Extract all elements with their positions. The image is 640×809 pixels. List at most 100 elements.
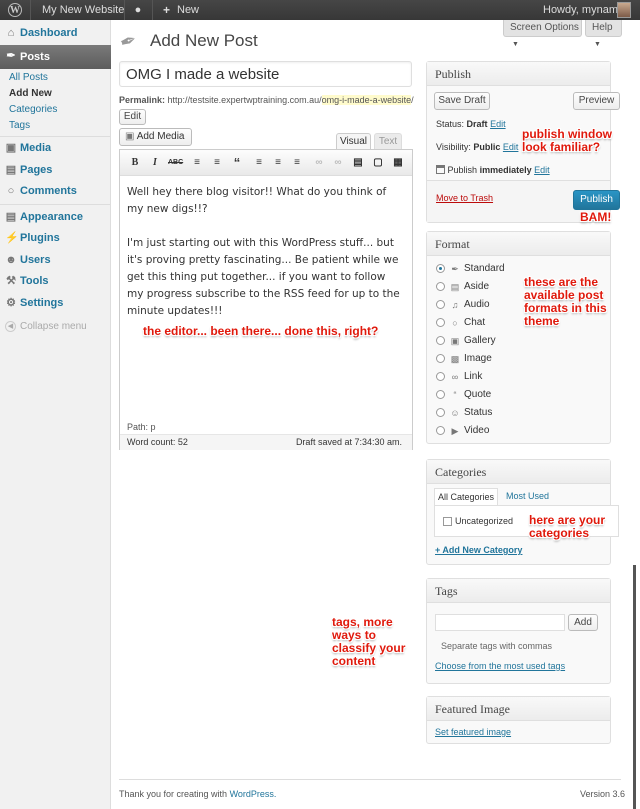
tab-text[interactable]: Text — [374, 133, 402, 149]
help-button[interactable]: Help ▼ — [585, 20, 622, 48]
choose-most-used-tags-link[interactable]: Choose from the most used tags — [435, 661, 565, 671]
format-radio[interactable] — [436, 264, 445, 273]
format-box-title[interactable]: Format — [427, 232, 610, 256]
bold-icon[interactable]: B — [128, 156, 142, 170]
status-edit-link[interactable]: Edit — [490, 119, 506, 129]
format-option-standard[interactable]: ✒ Standard — [430, 263, 530, 277]
howdy-user[interactable]: Howdy, myname — [543, 0, 624, 20]
format-radio[interactable] — [436, 354, 445, 363]
link-icon[interactable]: ∞ — [312, 156, 326, 170]
categories-box: Categories All Categories Most Used Unca… — [426, 459, 619, 565]
avatar[interactable] — [617, 2, 631, 18]
permalink-slug[interactable]: omg-i-made-a-website — [321, 95, 412, 105]
visibility-edit-link[interactable]: Edit — [503, 142, 519, 152]
tags-box: Tags Add Separate tags with commas Choos… — [426, 578, 611, 684]
permalink-base: http://testsite.expertwptraining.com.au/ — [167, 95, 322, 105]
menu-label: Comments — [20, 185, 77, 197]
publish-button[interactable]: Publish — [573, 190, 620, 210]
format-option-status[interactable]: ☺ Status — [430, 407, 530, 421]
wordpress-logo-icon[interactable]: W — [8, 3, 22, 17]
site-name-link[interactable]: My New Website — [42, 0, 124, 20]
blockquote-icon[interactable]: “ — [230, 156, 244, 170]
format-option-quote[interactable]: “ Quote — [430, 389, 530, 403]
format-radio[interactable] — [436, 390, 445, 399]
comments-icon[interactable]: ● — [131, 0, 145, 20]
status-row: Status: Draft Edit — [436, 119, 506, 129]
tag-input[interactable] — [435, 614, 565, 631]
category-checkbox[interactable] — [443, 517, 452, 526]
plus-icon[interactable]: + — [163, 0, 170, 20]
new-content-link[interactable]: New — [177, 0, 199, 20]
format-option-gallery[interactable]: ▣ Gallery — [430, 335, 530, 349]
fullscreen-icon[interactable]: ▢ — [371, 156, 385, 170]
format-option-chat[interactable]: ○ Chat — [430, 317, 530, 331]
format-label: Gallery — [464, 335, 496, 346]
kitchen-sink-icon[interactable]: ▦ — [391, 156, 405, 170]
save-draft-button[interactable]: Save Draft — [434, 92, 490, 110]
menu-item-settings[interactable]: ⚙ Settings — [0, 292, 111, 314]
settings-icon: ⚙ — [6, 297, 16, 309]
post-title-input[interactable] — [119, 61, 412, 87]
unlink-icon[interactable]: ∞ — [331, 156, 345, 170]
add-media-button[interactable]: ▣ Add Media — [119, 128, 192, 146]
format-radio[interactable] — [436, 318, 445, 327]
menu-item-pages[interactable]: ▤ Pages — [0, 159, 111, 181]
more-tag-icon[interactable]: ▤ — [351, 156, 365, 170]
strikethrough-icon[interactable]: ABC — [168, 156, 183, 170]
format-option-aside[interactable]: ▤ Aside — [430, 281, 530, 295]
add-new-category-link[interactable]: + Add New Category — [435, 545, 522, 555]
editor-content[interactable]: Well hey there blog visitor!! What do yo… — [127, 184, 405, 320]
menu-item-users[interactable]: ☻ Users — [0, 249, 111, 271]
permalink-edit-button[interactable]: Edit — [119, 109, 146, 125]
align-center-icon[interactable]: ≡ — [271, 156, 285, 170]
tab-most-used[interactable]: Most Used — [506, 491, 549, 501]
submenu-add-new[interactable]: Add New — [9, 88, 52, 99]
tab-all-categories[interactable]: All Categories — [434, 488, 498, 505]
menu-item-appearance[interactable]: ▤ Appearance — [0, 206, 111, 228]
calendar-icon — [436, 165, 445, 174]
menu-label: Plugins — [20, 232, 60, 244]
categories-box-title[interactable]: Categories — [427, 460, 610, 484]
featured-image-box-title[interactable]: Featured Image — [427, 697, 610, 721]
format-option-link[interactable]: ∞ Link — [430, 371, 530, 385]
quote-icon: “ — [453, 390, 457, 400]
format-radio[interactable] — [436, 282, 445, 291]
align-right-icon[interactable]: ≡ — [290, 156, 304, 170]
word-count: Word count: 52 — [127, 437, 188, 447]
scrollbar[interactable] — [633, 565, 636, 809]
tags-box-title[interactable]: Tags — [427, 579, 610, 603]
format-radio[interactable] — [436, 300, 445, 309]
menu-item-dashboard[interactable]: ⌂ Dashboard — [0, 22, 111, 44]
set-featured-image-link[interactable]: Set featured image — [435, 727, 511, 737]
collapse-menu[interactable]: ◀ Collapse menu — [0, 316, 111, 338]
format-radio[interactable] — [436, 408, 445, 417]
menu-item-posts[interactable]: ✒ Posts — [0, 45, 111, 69]
menu-item-tools[interactable]: ⚒ Tools — [0, 270, 111, 292]
numbered-list-icon[interactable]: ≡ — [210, 156, 224, 170]
preview-button[interactable]: Preview — [573, 92, 620, 110]
align-left-icon[interactable]: ≡ — [252, 156, 266, 170]
menu-item-comments[interactable]: ○ Comments — [0, 180, 111, 202]
format-option-audio[interactable]: ♫ Audio — [430, 299, 530, 313]
menu-item-plugins[interactable]: ⚡ Plugins — [0, 227, 111, 249]
format-option-video[interactable]: ▶ Video — [430, 425, 530, 439]
publish-box-title[interactable]: Publish — [427, 62, 610, 86]
submenu-categories[interactable]: Categories — [9, 104, 57, 115]
publish-edit-link[interactable]: Edit — [534, 165, 550, 175]
screen-options-button[interactable]: Screen Options ▼ — [503, 20, 582, 48]
italic-icon[interactable]: I — [148, 156, 162, 170]
permalink-end: / — [411, 95, 414, 105]
format-radio[interactable] — [436, 372, 445, 381]
bullet-list-icon[interactable]: ≡ — [190, 156, 204, 170]
wordpress-link[interactable]: WordPress. — [230, 789, 277, 799]
tab-visual[interactable]: Visual — [336, 133, 371, 150]
menu-item-media[interactable]: ▣ Media — [0, 137, 111, 159]
add-tag-button[interactable]: Add — [568, 614, 598, 631]
format-option-image[interactable]: ▩ Image — [430, 353, 530, 367]
format-radio[interactable] — [436, 426, 445, 435]
submenu-tags[interactable]: Tags — [9, 120, 30, 131]
format-radio[interactable] — [436, 336, 445, 345]
tags-hint: Separate tags with commas — [441, 641, 553, 651]
submenu-all-posts[interactable]: All Posts — [9, 72, 48, 83]
move-to-trash-link[interactable]: Move to Trash — [436, 193, 493, 203]
